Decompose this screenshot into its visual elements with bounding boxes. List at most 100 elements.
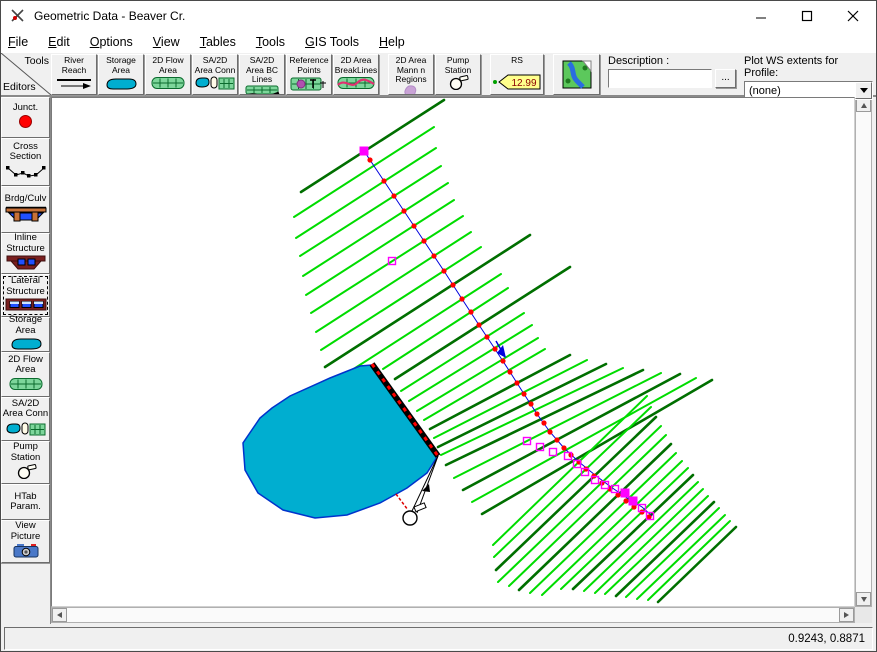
- xs-river-dot[interactable]: [554, 437, 559, 442]
- river-reach-icon: [56, 77, 92, 93]
- maximize-button[interactable]: [784, 1, 830, 31]
- editor-view-picture[interactable]: View Picture: [1, 520, 50, 563]
- description-input[interactable]: [608, 69, 712, 88]
- pump-station-button[interactable]: Pump Station: [435, 54, 481, 95]
- marker-square-filled[interactable]: [360, 147, 368, 155]
- river-reach-button[interactable]: River Reach: [51, 54, 97, 95]
- vertical-scrollbar[interactable]: [855, 97, 872, 607]
- scroll-left-button[interactable]: [52, 608, 67, 622]
- cross-section-line[interactable]: [561, 468, 688, 589]
- storage-area-button[interactable]: Storage Area: [98, 54, 144, 95]
- editor-inline-structure[interactable]: Inline Structure: [1, 233, 50, 274]
- 2d-flow-area-button[interactable]: 2D Flow Area: [145, 54, 191, 95]
- cross-section-line[interactable]: [395, 267, 570, 379]
- xs-river-dot[interactable]: [441, 268, 446, 273]
- editor-sa-2d-area-conn[interactable]: SA/2D Area Conn: [1, 397, 50, 441]
- cross-section-line[interactable]: [383, 288, 508, 369]
- xs-river-dot[interactable]: [401, 208, 406, 213]
- description-group: Description : ...: [608, 53, 736, 88]
- xs-river-dot[interactable]: [514, 380, 519, 385]
- cross-section-line[interactable]: [472, 378, 696, 502]
- xs-river-dot[interactable]: [484, 334, 489, 339]
- marker-square-open[interactable]: [550, 449, 557, 456]
- xs-river-dot[interactable]: [492, 346, 497, 351]
- cross-section-line[interactable]: [626, 508, 719, 597]
- editor-pump-station[interactable]: Pump Station: [1, 441, 50, 484]
- xs-river-dot[interactable]: [500, 358, 505, 363]
- minimize-button[interactable]: [738, 1, 784, 31]
- cross-section-line[interactable]: [648, 521, 730, 600]
- profile-group: Plot WS extents for Profile: (none): [744, 53, 873, 100]
- xs-river-dot[interactable]: [450, 282, 455, 287]
- cross-section-line[interactable]: [496, 417, 656, 570]
- xs-river-dot[interactable]: [411, 223, 416, 228]
- xs-river-dot[interactable]: [391, 193, 396, 198]
- editor-junct-[interactable]: Junct.: [1, 97, 50, 138]
- editor-htab-param-[interactable]: HTab Param.: [1, 484, 50, 520]
- xs-river-dot[interactable]: [507, 369, 512, 374]
- horizontal-scrollbar[interactable]: [51, 607, 855, 623]
- cross-section-line[interactable]: [316, 232, 471, 332]
- cross-section-line[interactable]: [658, 527, 736, 602]
- description-browse-button[interactable]: ...: [715, 69, 736, 88]
- editor-lateral-structure[interactable]: Lateral Structure: [1, 274, 50, 317]
- xs-river-dot[interactable]: [541, 420, 546, 425]
- editor-storage-area[interactable]: Storage Area: [1, 317, 50, 352]
- xs-river-dot[interactable]: [468, 309, 473, 314]
- close-button[interactable]: [830, 1, 876, 31]
- toolbar-button-label: SA/2D Area BC Lines: [240, 56, 284, 85]
- scroll-up-button[interactable]: [856, 98, 871, 112]
- 2d-area-mann-n-regions-button[interactable]: 2D Area Mann n Regions: [388, 54, 434, 95]
- xs-river-dot[interactable]: [534, 411, 539, 416]
- xs-river-dot[interactable]: [381, 178, 386, 183]
- xs-river-dot[interactable]: [561, 445, 566, 450]
- cross-section-line[interactable]: [352, 274, 501, 370]
- cross-section-line[interactable]: [417, 338, 538, 411]
- rs-button[interactable]: RS 12.99: [490, 54, 544, 95]
- cross-section-line[interactable]: [438, 364, 606, 447]
- cross-section-line[interactable]: [401, 313, 524, 391]
- menu-edit[interactable]: Edit: [38, 33, 80, 52]
- xs-river-dot[interactable]: [431, 253, 436, 258]
- xs-river-dot[interactable]: [367, 157, 372, 162]
- cross-section-line[interactable]: [306, 200, 454, 295]
- menu-gis-tools[interactable]: GIS Tools: [295, 33, 369, 52]
- reference-points-button[interactable]: Reference Points: [286, 54, 332, 95]
- cross-section-line[interactable]: [463, 374, 680, 490]
- dropdown-button[interactable]: [855, 82, 872, 99]
- editor-cross-section[interactable]: Cross Section: [1, 138, 50, 186]
- marker-square-filled[interactable]: [621, 489, 629, 497]
- cross-section-line[interactable]: [409, 325, 532, 401]
- scroll-down-button[interactable]: [856, 592, 871, 606]
- sa-2d-area-conn-button[interactable]: SA/2D Area Conn: [192, 54, 238, 95]
- editor-brdg-culv[interactable]: Brdg/Culv: [1, 186, 50, 233]
- 2d-area-breaklines-button[interactable]: 2D Area BreakLines: [333, 54, 379, 95]
- xs-river-dot[interactable]: [476, 322, 481, 327]
- plot-picture-button[interactable]: [553, 54, 600, 95]
- xs-river-dot[interactable]: [528, 401, 533, 406]
- sa-2d-area-bc-lines-button[interactable]: SA/2D Area BC Lines: [239, 54, 285, 95]
- menu-view[interactable]: View: [143, 33, 190, 52]
- cross-section-line[interactable]: [321, 247, 481, 350]
- pump-station-symbol[interactable]: [403, 511, 417, 525]
- xs-river-dot[interactable]: [547, 429, 552, 434]
- xs-river-dot[interactable]: [623, 498, 628, 503]
- xs-river-dot[interactable]: [421, 238, 426, 243]
- editor-2d-flow-area[interactable]: 2D Flow Area: [1, 352, 50, 397]
- menu-tools[interactable]: Tools: [246, 33, 295, 52]
- cross-section-line[interactable]: [424, 349, 545, 420]
- toolbar-button-label: SA/2D Area Conn: [193, 56, 237, 75]
- cross-section-line[interactable]: [616, 502, 714, 596]
- cross-section-line[interactable]: [294, 127, 434, 217]
- xs-river-dot[interactable]: [459, 296, 464, 301]
- pump-station-icon: [14, 464, 38, 483]
- menu-options[interactable]: Options: [80, 33, 143, 52]
- menu-tables[interactable]: Tables: [190, 33, 246, 52]
- xs-river-dot[interactable]: [521, 391, 526, 396]
- scroll-right-button[interactable]: [839, 608, 854, 622]
- marker-square-filled[interactable]: [629, 497, 637, 505]
- storage-area-polygon[interactable]: [243, 365, 437, 518]
- geometry-canvas[interactable]: [51, 97, 855, 607]
- menu-help[interactable]: Help: [369, 33, 415, 52]
- menu-file[interactable]: File: [1, 33, 38, 52]
